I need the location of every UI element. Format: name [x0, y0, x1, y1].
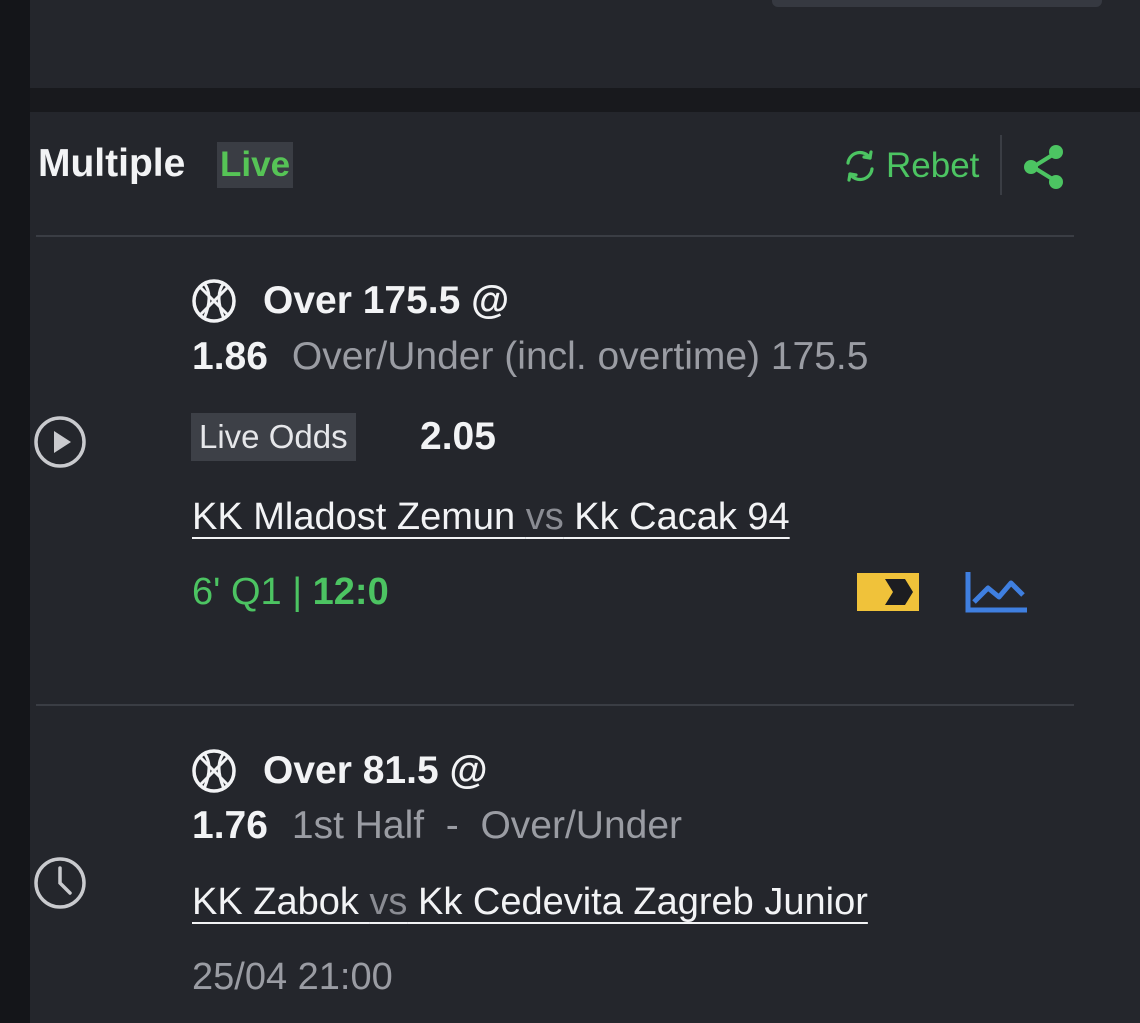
selection-odds-row: 1.86 Over/Under (incl. overtime) 175.5: [192, 333, 868, 381]
previous-card-button[interactable]: [772, 0, 1102, 7]
selection-market: 1st Half - Over/Under: [291, 804, 683, 847]
vs-label: vs: [525, 496, 564, 538]
left-rail: [0, 0, 30, 1023]
card-gap: [30, 88, 1140, 112]
match-score: 12:0: [312, 571, 389, 613]
home-team: KK Mladost Zemun: [192, 496, 526, 538]
rebet-label: Rebet: [886, 146, 980, 185]
selection-odds: 1.76: [192, 804, 268, 847]
play-circle-icon: [34, 416, 86, 468]
match-link[interactable]: KK Zabok vs Kk Cedevita Zagreb Junior: [192, 878, 868, 926]
selection-pick: Over 175.5 @: [263, 279, 510, 322]
match-time: 6' Q1: [192, 571, 282, 613]
match-datetime: 25/04 21:00: [192, 956, 393, 998]
away-team: Kk Cedevita Zagreb Junior: [407, 881, 868, 923]
vs-label: vs: [369, 881, 408, 923]
selection-pick: Over 81.5 @: [263, 749, 488, 792]
basketball-icon: [192, 749, 236, 793]
away-team: Kk Cacak 94: [563, 496, 790, 538]
header-separator: [36, 235, 1074, 237]
live-badge: Live: [217, 142, 294, 188]
header-divider: [1000, 135, 1002, 195]
basketball-icon: [192, 279, 236, 323]
share-icon[interactable]: [1020, 142, 1068, 192]
score-separator: |: [281, 571, 313, 613]
previous-card: [30, 0, 1140, 88]
match-link[interactable]: KK Mladost Zemun vs Kk Cacak 94: [192, 493, 790, 541]
live-stream-icon[interactable]: [857, 573, 919, 611]
selection-odds: 1.86: [192, 335, 268, 378]
home-team: KK Zabok: [192, 881, 370, 923]
clock-icon: [34, 857, 86, 909]
selection-market: Over/Under (incl. overtime) 175.5: [291, 335, 869, 378]
stats-chart-icon[interactable]: [965, 570, 1029, 614]
selection-separator: [36, 704, 1074, 706]
live-odds-label: Live Odds: [191, 413, 356, 461]
bet-type-title: Multiple: [38, 142, 186, 185]
live-score: 6' Q1 | 12:0: [192, 568, 389, 616]
live-odds-value: 2.05: [420, 415, 496, 458]
refresh-icon: [846, 150, 874, 182]
selection-odds-row: 1.76 1st Half - Over/Under: [192, 802, 682, 850]
rebet-button[interactable]: Rebet: [842, 140, 979, 192]
